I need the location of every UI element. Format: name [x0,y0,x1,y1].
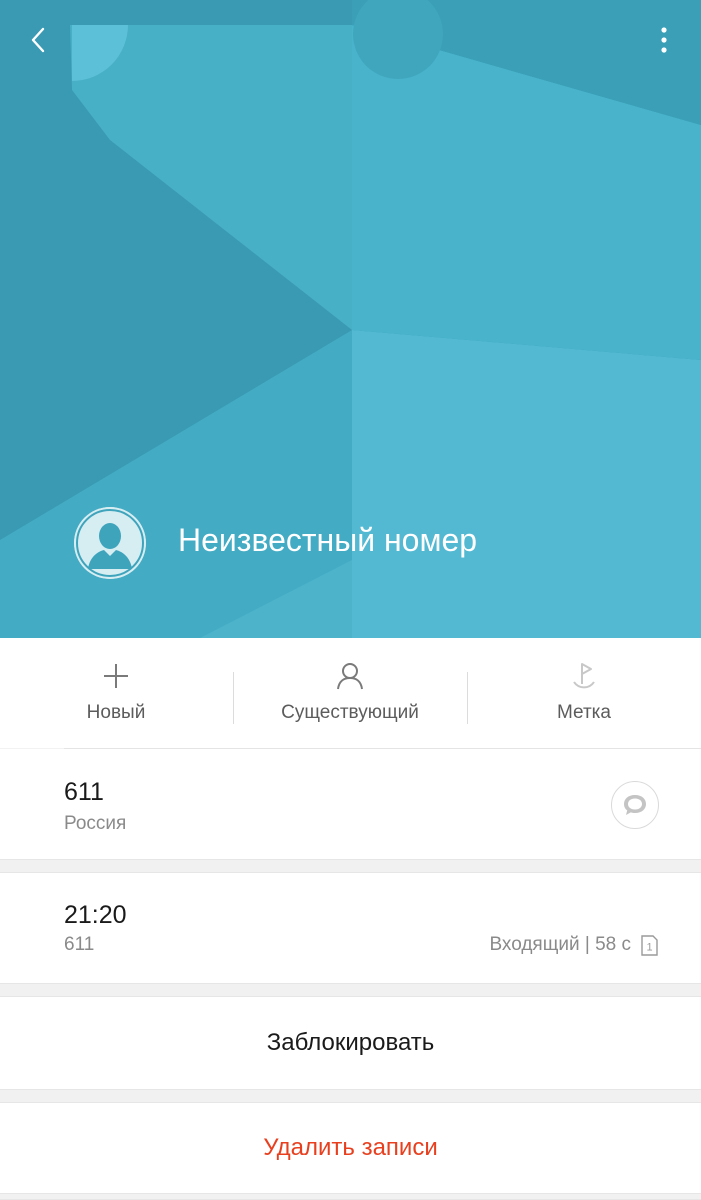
avatar [74,507,146,579]
call-number: 611 [64,934,95,955]
new-contact-label: Новый [86,702,146,723]
new-contact-button[interactable]: Новый [32,638,200,748]
divider [233,672,234,724]
delete-records-button[interactable]: Удалить записи [0,1103,701,1193]
number-region: Россия [64,813,127,834]
section-separator [0,859,701,873]
person-icon [330,660,370,692]
contact-name: Неизвестный номер [178,522,478,558]
more-options-button[interactable] [649,22,679,58]
mark-button[interactable]: Метка [500,638,668,748]
send-message-button[interactable] [611,781,659,829]
phone-number: 611 [64,778,104,806]
person-silhouette-icon [74,507,146,579]
contact-actions: Новый Существующий Метка [0,638,701,749]
chevron-left-icon [31,27,45,53]
section-separator [0,1089,701,1103]
sim-icon: 1 [641,935,658,956]
block-label: Заблокировать [266,1029,435,1056]
sim-label: 1 [646,942,652,954]
delete-label: Удалить записи [263,1134,438,1161]
call-type-duration: Входящий | 58 с [489,934,631,955]
flag-icon [564,660,604,692]
plus-icon [96,660,136,692]
message-icon [624,795,646,815]
section-separator [0,1193,701,1200]
divider [467,672,468,724]
back-button[interactable] [20,22,56,58]
contact-header: Неизвестный номер [0,0,701,638]
existing-contact-label: Существующий [281,702,419,723]
section-separator [0,983,701,997]
call-time: 21:20 [64,901,127,929]
mark-label: Метка [557,702,611,723]
existing-contact-button[interactable]: Существующий [250,638,450,748]
more-vertical-icon [661,27,667,53]
block-button[interactable]: Заблокировать [0,997,701,1089]
number-card[interactable] [0,749,701,859]
